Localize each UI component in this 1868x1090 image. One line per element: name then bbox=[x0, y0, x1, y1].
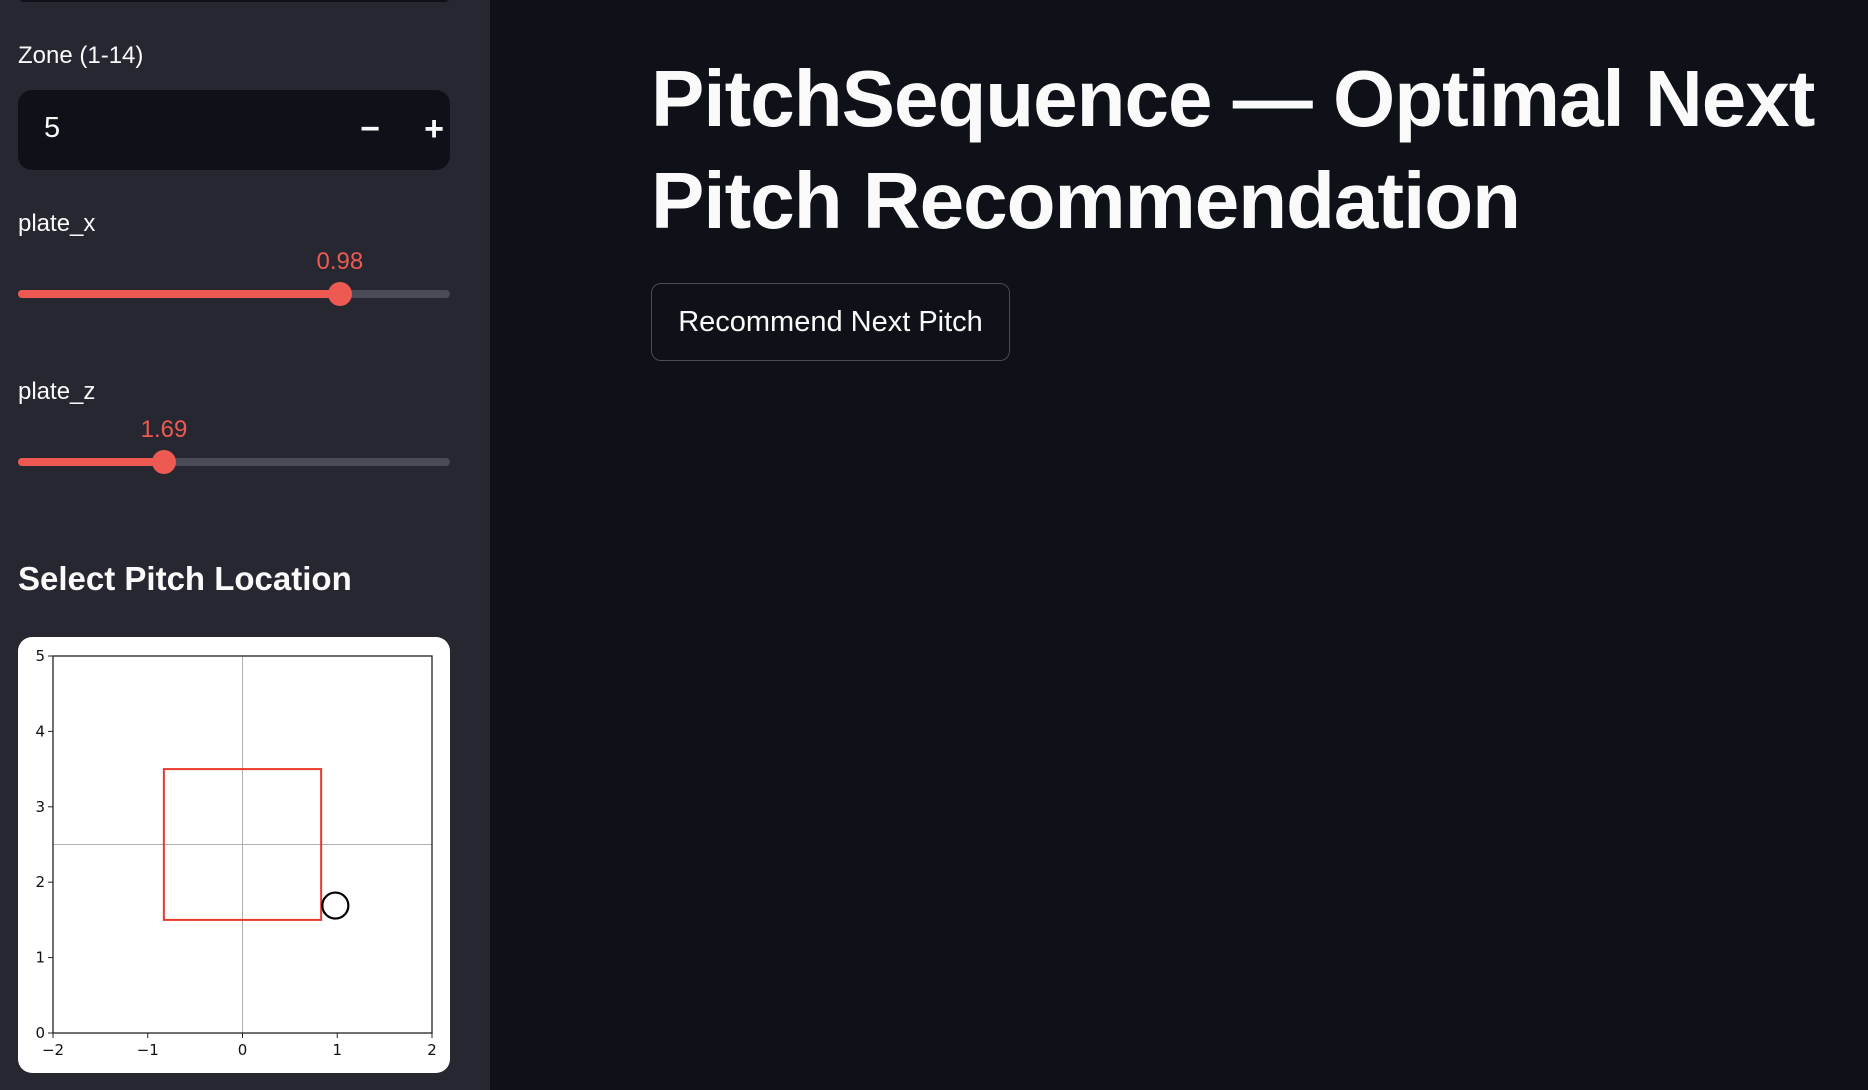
sidebar: Zone (1-14) 5 − + plate_x 0.98 plate_z 1… bbox=[0, 0, 490, 1090]
plate-z-slider[interactable]: 1.69 bbox=[18, 416, 450, 476]
zone-label: Zone (1-14) bbox=[18, 42, 144, 69]
x-tick-label: −2 bbox=[42, 1041, 64, 1059]
slider-fill bbox=[18, 458, 165, 466]
decrement-button[interactable]: − bbox=[346, 106, 394, 154]
section-title: Select Pitch Location bbox=[18, 560, 352, 597]
pitch-location-marker[interactable] bbox=[321, 891, 350, 920]
slider-thumb[interactable] bbox=[327, 282, 352, 306]
increment-button[interactable]: + bbox=[410, 106, 458, 154]
recommend-next-pitch-button[interactable]: Recommend Next Pitch bbox=[651, 283, 1010, 361]
plate-x-value: 0.98 bbox=[316, 248, 364, 275]
page-title: PitchSequence — Optimal Next Pitch Recom… bbox=[651, 54, 1815, 245]
plate-x-slider[interactable]: 0.98 bbox=[18, 248, 450, 308]
x-tick-label: −1 bbox=[137, 1041, 159, 1059]
plate-z-label: plate_z bbox=[18, 378, 96, 405]
x-tick-label: 1 bbox=[332, 1041, 342, 1059]
y-tick-label: 0 bbox=[35, 1024, 45, 1042]
y-tick-label: 1 bbox=[35, 949, 45, 967]
x-tick-label: 0 bbox=[238, 1041, 248, 1059]
zone-number-input[interactable]: 5 − + bbox=[18, 90, 450, 170]
plate-z-value: 1.69 bbox=[140, 416, 188, 443]
y-tick-label: 2 bbox=[35, 873, 45, 891]
slider-fill bbox=[18, 290, 340, 298]
plot-svg[interactable]: −2 −1 0 1 2 0 1 2 3 4 5 bbox=[18, 637, 450, 1073]
zone-value[interactable]: 5 bbox=[44, 112, 60, 145]
x-tick-label: 2 bbox=[427, 1041, 437, 1059]
y-tick-label: 4 bbox=[35, 722, 45, 740]
plate-x-label: plate_x bbox=[18, 210, 96, 237]
slider-thumb[interactable] bbox=[152, 450, 177, 474]
y-tick-label: 3 bbox=[35, 798, 45, 816]
pitch-location-chart[interactable]: −2 −1 0 1 2 0 1 2 3 4 5 bbox=[18, 637, 450, 1073]
y-tick-label: 5 bbox=[35, 647, 45, 665]
previous-widget-edge bbox=[18, 0, 450, 2]
